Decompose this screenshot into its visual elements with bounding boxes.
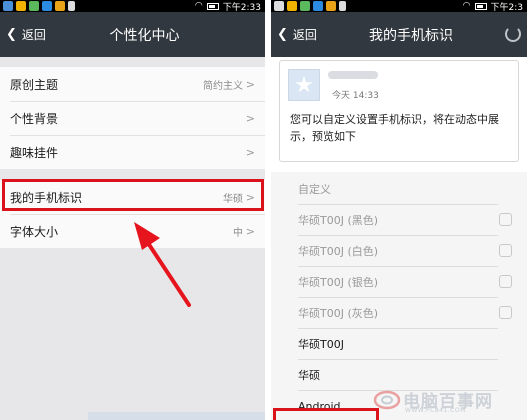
battery-icon: [474, 2, 487, 10]
option-asus-black[interactable]: 华硕T00J (黑色): [271, 205, 527, 235]
wifi-icon: ◠: [462, 1, 471, 11]
checkbox-icon: [499, 244, 512, 257]
checkbox-icon: [499, 275, 512, 288]
status-right: ◠ 下午2:3: [462, 0, 524, 13]
pointer-arrow-annotation: [134, 222, 191, 307]
bottom-bar-fragment: [88, 412, 265, 420]
app-icon: [326, 1, 336, 11]
option-asus-gray[interactable]: 华硕T00J (灰色): [271, 298, 527, 328]
status-time: 下午2:3: [490, 2, 524, 13]
notification-icons: [274, 1, 346, 11]
screenshot-composite: ◠ 下午2:33 ❮ 返回 个性化中心 原创主题 简约主义 > 个性背景 > 趣…: [0, 0, 527, 420]
checkbox-icon: [499, 213, 512, 226]
avatar: ★: [288, 69, 320, 101]
star-icon: [287, 1, 297, 11]
page-title: 我的手机标识: [369, 27, 453, 44]
title-bar: ❮ 返回 我的手机标识: [271, 12, 527, 57]
post-time: 今天 14:33: [332, 91, 379, 101]
sd-card-icon: [339, 1, 346, 11]
left-screen: ◠ 下午2:33 ❮ 返回 个性化中心 原创主题 简约主义 > 个性背景 > 趣…: [0, 0, 265, 420]
option-asus-white[interactable]: 华硕T00J (白色): [271, 236, 527, 266]
app-icon: [300, 1, 310, 11]
option-custom[interactable]: 自定义: [271, 174, 527, 204]
app-icon: [313, 1, 323, 11]
preview-description: 您可以自定义设置手机标识，将在动态中展示，预览如下: [290, 113, 499, 143]
option-label: 华硕T00J (白色): [298, 245, 379, 258]
watermark: 电脑百事网 WWW.PC841.COM: [373, 385, 523, 415]
watermark-logo-icon: [373, 390, 401, 410]
checkbox-icon: [499, 306, 512, 319]
refresh-icon[interactable]: [505, 26, 521, 42]
option-label: 华硕T00J (灰色): [298, 307, 379, 320]
right-screen: ◠ 下午2:3 ❮ 返回 我的手机标识 ★ 今天 14:33 您可以自定义设置手…: [271, 0, 527, 420]
option-label: 华硕: [298, 369, 320, 382]
preview-card: ★ 今天 14:33 您可以自定义设置手机标识，将在动态中展示，预览如下: [279, 60, 519, 162]
blurred-username: [328, 71, 378, 79]
option-label: 华硕T00J (黑色): [298, 214, 379, 227]
option-asus-silver[interactable]: 华硕T00J (银色): [271, 267, 527, 297]
highlight-box: [273, 408, 379, 420]
option-label: 华硕T00J (银色): [298, 276, 379, 289]
option-label: 华硕T00J: [298, 338, 344, 351]
watermark-url: WWW.PC841.COM: [405, 407, 466, 414]
option-asus-t00j[interactable]: 华硕T00J: [271, 329, 527, 359]
photo-icon: [274, 1, 284, 11]
status-bar: ◠ 下午2:3: [271, 0, 527, 13]
badge-option-list: 自定义 华硕T00J (黑色) 华硕T00J (白色) 华硕T00J (银色) …: [271, 172, 527, 420]
option-label: 自定义: [298, 183, 331, 196]
